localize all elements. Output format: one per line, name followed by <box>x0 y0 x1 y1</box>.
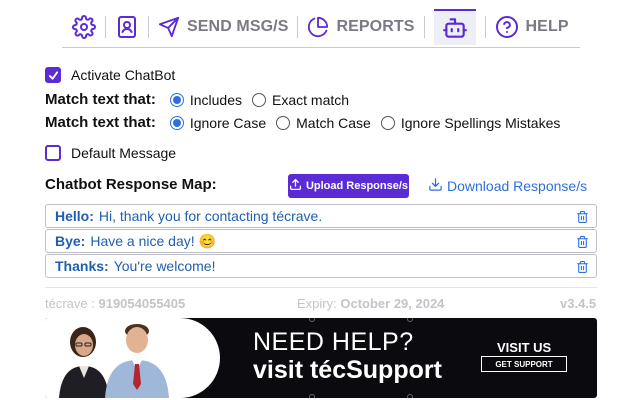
trash-icon[interactable] <box>576 260 589 277</box>
response-text: Hi, thank you for contacting técrave. <box>98 208 323 224</box>
trash-icon[interactable] <box>576 210 589 227</box>
response-keyword: Hello: <box>55 208 94 224</box>
response-keyword: Thanks: <box>55 258 109 274</box>
activate-chatbot-checkbox[interactable] <box>45 67 61 83</box>
download-responses-link[interactable]: Download Response/s <box>428 177 587 195</box>
footer-divider <box>45 287 597 288</box>
match-case-label: Match text that: <box>45 114 156 131</box>
account-number: 919054055405 <box>98 296 186 311</box>
banner-headline: NEED HELP? <box>253 328 414 356</box>
gear-icon <box>72 14 96 39</box>
expiry-info: Expiry: October 29, 2024 <box>297 296 444 311</box>
upload-icon <box>289 178 302 194</box>
default-message-row: Default Message <box>45 145 176 161</box>
banner-decoration <box>407 394 413 398</box>
ignore-case-label: Ignore Case <box>189 114 267 131</box>
match-exact-label: Exact match <box>272 91 350 108</box>
expiry-date: October 29, 2024 <box>340 296 445 311</box>
response-map-list: Hello: Hi, thank you for contacting técr… <box>45 204 597 279</box>
response-text: You're welcome! <box>113 258 216 274</box>
ignore-spelling-option[interactable]: Ignore Spellings Mistakes <box>380 114 561 131</box>
checkmark-icon <box>48 70 58 80</box>
nav-contacts[interactable] <box>115 9 139 45</box>
version-info: v3.4.5 <box>560 296 596 311</box>
banner-decoration <box>309 394 315 398</box>
contacts-icon <box>115 15 139 39</box>
response-item[interactable]: Thanks: You're welcome! <box>45 254 597 278</box>
banner-decoration <box>407 318 413 322</box>
match-case-option-label: Match Case <box>296 114 371 131</box>
download-responses-label: Download Response/s <box>447 178 588 194</box>
account-label: técrave : <box>45 296 95 311</box>
match-type-label: Match text that: <box>45 91 156 108</box>
help-icon <box>495 15 519 39</box>
nav-reports[interactable]: REPORTS <box>307 9 414 45</box>
activate-chatbot-row: Activate ChatBot <box>45 67 175 83</box>
radio-ignore-spelling[interactable] <box>380 115 395 130</box>
banner-cta-title: VISIT US <box>497 340 552 355</box>
default-message-label: Default Message <box>71 145 177 161</box>
upload-responses-button[interactable]: Upload Response/s <box>288 174 409 198</box>
nav-divider <box>423 15 425 38</box>
support-banner[interactable]: NEED HELP? visit técSupport VISIT US GET… <box>45 318 597 398</box>
ignore-case-option[interactable]: Ignore Case <box>169 114 267 131</box>
nav-help-label: HELP <box>525 17 569 35</box>
version-number: v3.4.5 <box>560 296 597 311</box>
ignore-spelling-label: Ignore Spellings Mistakes <box>400 114 561 131</box>
get-support-button[interactable]: GET SUPPORT <box>481 356 567 372</box>
match-case-option[interactable]: Match Case <box>276 115 371 131</box>
nav-send-messages[interactable]: SEND MSG/S <box>158 9 288 45</box>
nav-send-label: SEND MSG/S <box>187 17 289 35</box>
match-type-row: Match text that: Includes Exact match <box>45 91 359 108</box>
nav-divider <box>297 15 299 38</box>
banner-subheadline: visit técSupport <box>253 356 442 384</box>
trash-icon[interactable] <box>576 235 589 252</box>
match-includes-option[interactable]: Includes <box>169 91 242 108</box>
send-icon <box>158 16 180 38</box>
radio-exact-match[interactable] <box>252 92 266 107</box>
nav-settings[interactable] <box>72 9 96 45</box>
nav-divider <box>148 15 149 38</box>
response-map-title: Chatbot Response Map: <box>45 176 217 193</box>
radio-includes[interactable] <box>169 92 184 107</box>
nav-divider <box>105 15 106 38</box>
match-case-row: Match text that: Ignore Case Match Case … <box>45 114 570 131</box>
nav-help[interactable]: HELP <box>495 9 569 45</box>
nav-chatbot[interactable] <box>433 8 476 45</box>
people-illustration-icon <box>59 324 169 398</box>
activate-chatbot-label: Activate ChatBot <box>71 67 176 83</box>
radio-match-case[interactable] <box>276 115 291 130</box>
response-keyword: Bye: <box>55 233 86 249</box>
response-item[interactable]: Hello: Hi, thank you for contacting técr… <box>45 204 597 228</box>
top-nav: SEND MSG/S REPORTS HELP <box>62 6 580 48</box>
response-item[interactable]: Bye: Have a nice day! 😊 <box>45 229 597 253</box>
response-text: Have a nice day! 😊 <box>90 232 216 249</box>
match-exact-option[interactable]: Exact match <box>252 92 349 108</box>
banner-decoration <box>309 318 315 322</box>
radio-ignore-case[interactable] <box>169 115 184 130</box>
reports-icon <box>307 16 329 38</box>
default-message-checkbox[interactable] <box>45 145 61 161</box>
download-icon <box>428 177 443 195</box>
expiry-label: Expiry: <box>297 296 337 311</box>
nav-reports-label: REPORTS <box>336 17 415 35</box>
nav-divider <box>484 15 486 38</box>
chatbot-icon <box>442 15 468 41</box>
support-people-image <box>45 318 220 398</box>
match-includes-label: Includes <box>189 91 242 108</box>
account-info: técrave : 919054055405 <box>45 296 185 311</box>
upload-responses-label: Upload Response/s <box>305 180 409 192</box>
